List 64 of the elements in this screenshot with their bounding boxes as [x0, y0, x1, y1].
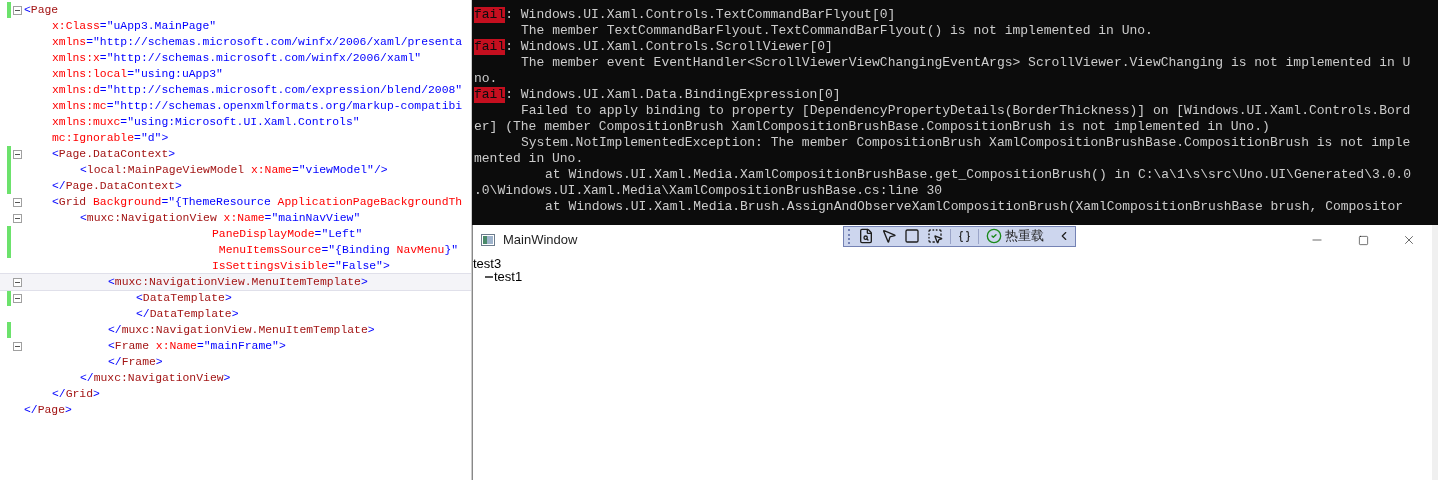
- log-text: .0\Windows.UI.Xaml.Media\XamlCompositionBrushBase.cs:line 30: [474, 183, 943, 199]
- code-line: MenuItemsSource="{Binding NavMenu}": [217, 243, 459, 258]
- collapse-toggle[interactable]: [13, 277, 22, 287]
- log-text: er] (The member CompositionBrush XamlCompositionBrushBase.CompositionBrush is not implemented in Uno.): [474, 119, 1270, 135]
- log-level-label: fail: [474, 87, 506, 103]
- check-circle-icon: [986, 228, 1002, 244]
- code-line: </Frame>: [108, 355, 163, 370]
- maximize-icon: [1357, 234, 1369, 246]
- file-search-icon[interactable]: [858, 228, 874, 244]
- log-text: at Windows.UI.Xaml.Media.Brush.AssignAndObserveXamlCompositionBrush(XamlCompositionBrushBase brush, Compositor: [545, 199, 1404, 215]
- collapse-toggle[interactable]: [13, 341, 22, 351]
- window-app-icon: [481, 234, 495, 246]
- code-line: <muxc:NavigationView.MenuItemTemplate>: [108, 275, 368, 290]
- code-line: xmlns="http://schemas.microsoft.com/winfx/2006/xaml/presenta: [52, 35, 463, 50]
- code-line: PaneDisplayMode="Left": [212, 227, 363, 242]
- code-line: <Page.DataContext>: [52, 147, 176, 162]
- code-line: xmlns:mc="http://schemas.openxmlformats.org/markup-compatibi: [52, 99, 463, 114]
- code-line: </Page.DataContext>: [52, 179, 182, 194]
- code-line: mc:Ignorable="d">: [52, 131, 169, 146]
- select-region-icon[interactable]: [927, 228, 943, 244]
- hot-reload-button[interactable]: 热重载: [986, 226, 1044, 246]
- log-text: mented in Uno.: [474, 151, 584, 167]
- collapse-toggle[interactable]: [13, 5, 22, 15]
- log-text: : Windows.UI.Xaml.Controls.TextCommandBarFlyout[0]: [505, 7, 896, 23]
- code-line: xmlns:x="http://schemas.microsoft.com/winfx/2006/xaml": [52, 51, 422, 66]
- log-text: Failed to apply binding to property [DependencyPropertyDetails(BorderThickness)] on [Windows.UI.Xaml.Controls.Bord: [521, 103, 1411, 119]
- code-line: </Grid>: [52, 387, 100, 402]
- log-text: The member event EventHandler<ScrollViewerViewChangingEventArgs> ScrollViewer.ViewChanging is not implemented in U: [521, 55, 1411, 71]
- code-line: <Page: [24, 3, 59, 18]
- log-text: at Windows.UI.Xaml.Media.XamlCompositionBrushBase.get_CompositionBrush() in C:\a\1\s\src\Uno.UI\Generated\3.0.0: [545, 167, 1411, 183]
- code-line: <local:MainPageViewModel x:Name="viewModel"/>: [80, 163, 388, 178]
- code-line: </muxc:NavigationView>: [80, 371, 231, 386]
- close-icon: [1402, 233, 1416, 247]
- nav-item[interactable]: test1: [473, 270, 1432, 284]
- dash-icon: [485, 275, 493, 279]
- collapse-toggle[interactable]: [13, 293, 22, 303]
- code-line: xmlns:d="http://schemas.microsoft.com/expression/blend/2008": [52, 83, 463, 98]
- collapse-toggle[interactable]: [13, 197, 22, 207]
- log-text: : Windows.UI.Xaml.Data.BindingExpression[0]: [505, 87, 841, 103]
- collapse-toggle[interactable]: [13, 213, 22, 223]
- log-text: The member TextCommandBarFlyout.TextCommandBarFlyout() is not implemented in Uno.: [521, 23, 1153, 39]
- code-line: </Page>: [24, 403, 72, 418]
- code-line: <Grid Background="{ThemeResource ApplicationPageBackgroundTh: [52, 195, 463, 210]
- braces-icon[interactable]: [958, 229, 971, 243]
- log-text: System.NotImplementedException: The member CompositionBrush XamlCompositionBrushBase.CompositionBrush is not imple: [521, 135, 1411, 151]
- log-text: : Windows.UI.Xaml.Controls.ScrollViewer[0]: [505, 39, 833, 55]
- window-title: MainWindow: [503, 231, 579, 250]
- code-line: IsSettingsVisible="False">: [212, 259, 390, 274]
- square-icon[interactable]: [904, 228, 920, 244]
- code-line: <DataTemplate>: [136, 291, 232, 306]
- code-line: <Frame x:Name="mainFrame">: [108, 339, 286, 354]
- pane-header: test3: [473, 257, 503, 270]
- log-text: no.: [474, 71, 498, 87]
- code-line: </muxc:NavigationView.MenuItemTemplate>: [108, 323, 375, 338]
- code-line: <muxc:NavigationView x:Name="mainNavView": [80, 211, 361, 226]
- code-line: xmlns:local="using:uApp3": [52, 67, 223, 82]
- log-level-label: fail: [474, 39, 506, 55]
- collapse-toggle[interactable]: [13, 149, 22, 159]
- code-line: xmlns:muxc="using:Microsoft.UI.Xaml.Controls": [52, 115, 360, 130]
- cursor-icon[interactable]: [881, 228, 897, 244]
- code-line: x:Class="uApp3.MainPage": [52, 19, 217, 34]
- grip-handle[interactable]: [848, 228, 851, 244]
- log-level-label: fail: [474, 7, 506, 23]
- code-line: </DataTemplate>: [136, 307, 239, 322]
